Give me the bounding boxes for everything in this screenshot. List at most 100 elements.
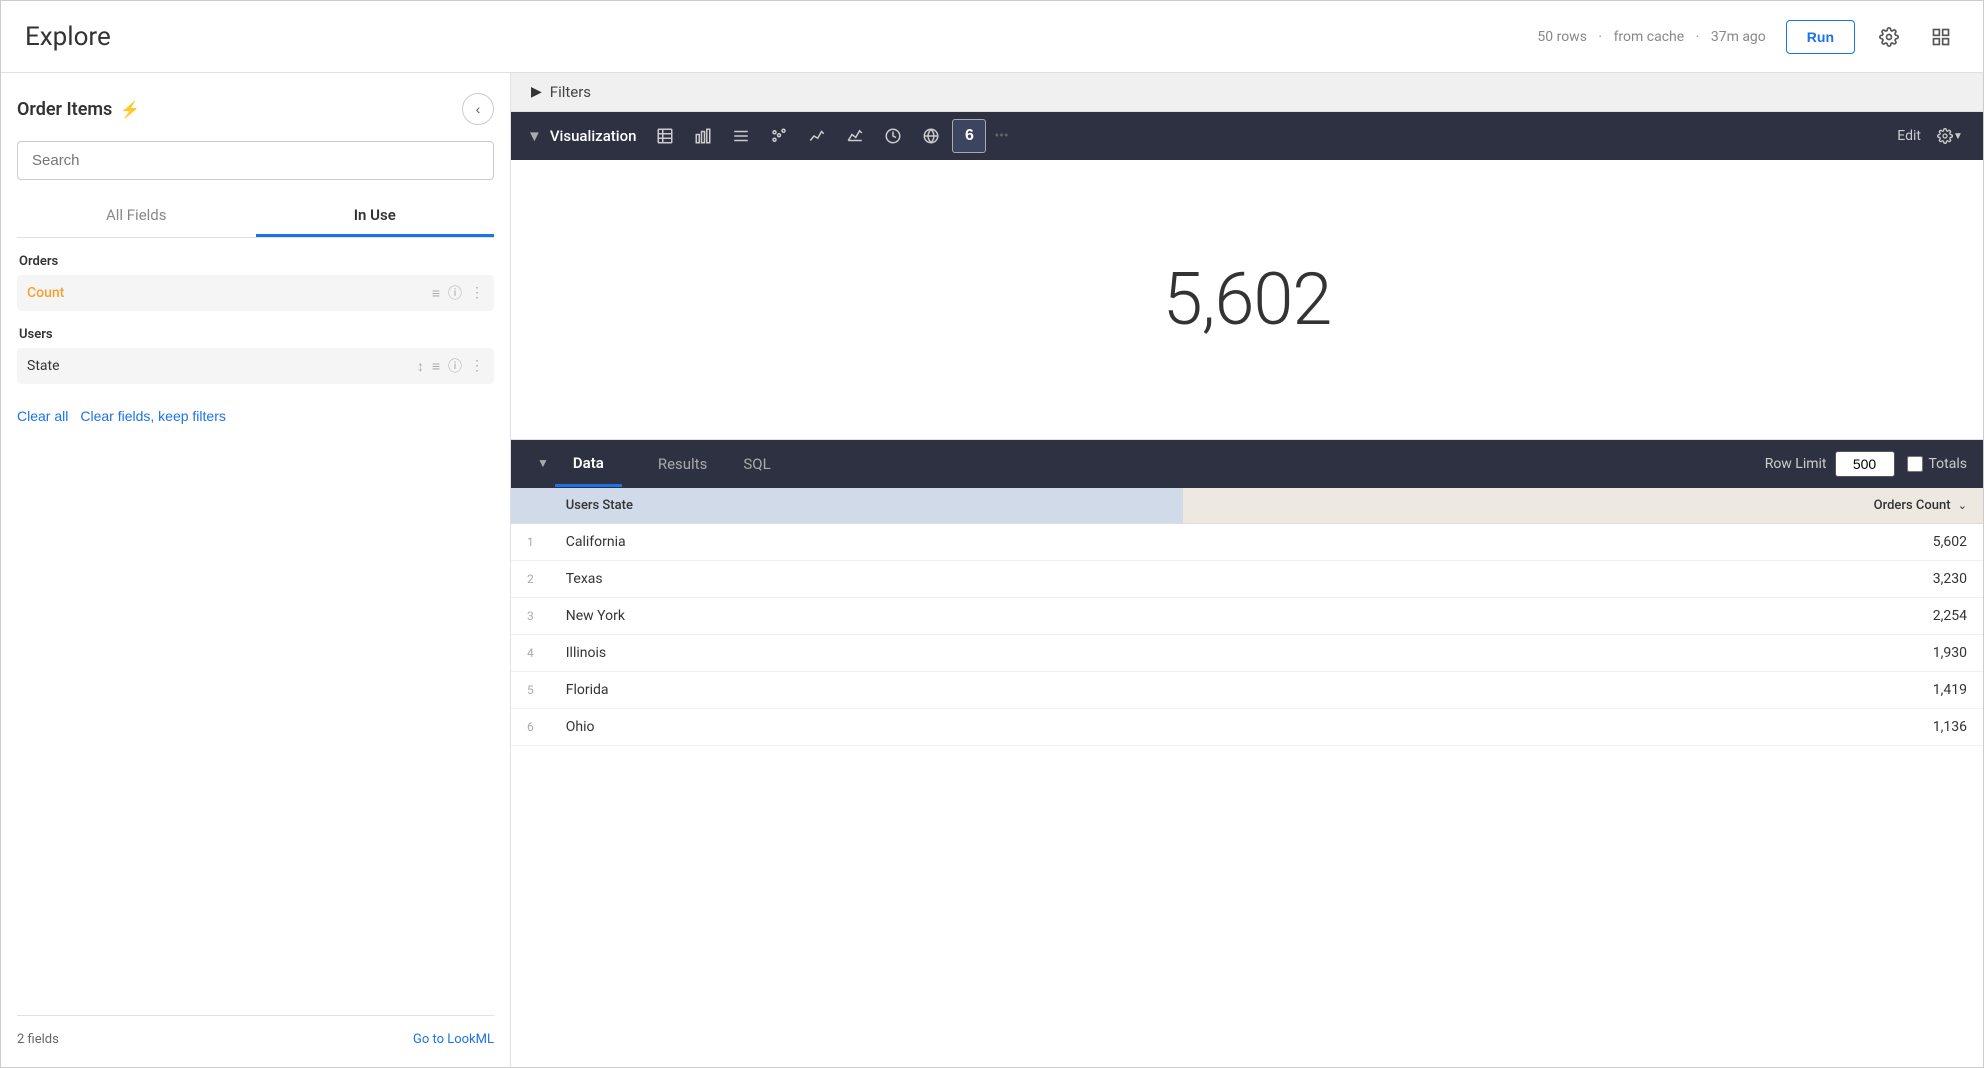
header-right: 50 rows · from cache · 37m ago Run <box>1533 19 1959 55</box>
users-state-header[interactable]: Users State <box>550 488 1183 524</box>
count-cell: 5,602 <box>1183 524 1983 561</box>
more-icon[interactable]: ⋮ <box>470 285 484 301</box>
row-limit-input[interactable] <box>1835 451 1895 477</box>
chevron-left-icon: ‹ <box>476 101 481 117</box>
row-count: 50 rows <box>1537 29 1587 45</box>
table-row: 3 New York 2,254 <box>511 598 1983 635</box>
data-toolbar: ▼ Data Results SQL Row Limit Totals <box>511 440 1983 488</box>
count-field-item[interactable]: Count ≡ ⓘ ⋮ <box>17 275 494 311</box>
sidebar-header: Order Items ⚡ ‹ <box>17 93 494 125</box>
sidebar-title: Order Items ⚡ <box>17 99 140 120</box>
table-row: 1 California 5,602 <box>511 524 1983 561</box>
state-field-name: State <box>27 358 60 374</box>
totals-section: Totals <box>1907 456 1968 472</box>
more-viz-dots: ••• <box>994 128 1008 144</box>
viz-display: 5,602 <box>511 160 1983 440</box>
filters-label: Filters <box>550 83 591 101</box>
orders-count-header[interactable]: Orders Count ⌄ <box>1183 488 1983 524</box>
viz-dropdown-icon: ▼ <box>1953 131 1963 142</box>
bar-chart-viz-button[interactable] <box>686 119 720 153</box>
data-table-wrapper: Users State Orders Count ⌄ 1 California … <box>511 488 1983 1067</box>
state-cell: Texas <box>550 561 1183 598</box>
clear-all-button[interactable]: Clear all <box>17 408 68 424</box>
tab-data[interactable]: Data <box>555 439 622 487</box>
filters-row[interactable]: ▶ Filters <box>511 73 1983 112</box>
field-tabs: All Fields In Use <box>17 196 494 238</box>
state-cell: Illinois <box>550 635 1183 672</box>
count-cell: 1,419 <box>1183 672 1983 709</box>
table-row: 5 Florida 1,419 <box>511 672 1983 709</box>
viz-toolbar-label: ▼ Visualization <box>527 127 636 145</box>
count-cell: 1,136 <box>1183 709 1983 746</box>
row-number: 5 <box>511 672 550 709</box>
run-button[interactable]: Run <box>1786 20 1855 54</box>
viz-gear-icon <box>1937 128 1953 144</box>
filters-chevron-icon: ▶ <box>531 84 542 100</box>
grid-icon <box>1931 27 1951 47</box>
row-limit-label: Row Limit <box>1765 456 1827 472</box>
viz-edit-label[interactable]: Edit <box>1897 128 1921 144</box>
row-number: 6 <box>511 709 550 746</box>
tab-all-fields[interactable]: All Fields <box>17 196 256 237</box>
list-viz-button[interactable] <box>724 119 758 153</box>
area-icon <box>846 127 864 145</box>
state-cell: New York <box>550 598 1183 635</box>
table-viz-button[interactable] <box>648 119 682 153</box>
separator-2: · <box>1696 29 1700 45</box>
tab-sql[interactable]: SQL <box>725 440 788 488</box>
count-cell: 1,930 <box>1183 635 1983 672</box>
count-cell: 3,230 <box>1183 561 1983 598</box>
state-field-item[interactable]: State ↕ ≡ ⓘ ⋮ <box>17 348 494 384</box>
state-cell: Ohio <box>550 709 1183 746</box>
filter-icon-state: ≡ <box>432 358 440 375</box>
table-row: 4 Illinois 1,930 <box>511 635 1983 672</box>
number-viz-button[interactable]: 6 <box>952 119 986 153</box>
line-viz-button[interactable] <box>800 119 834 153</box>
cache-label: from cache <box>1614 29 1685 45</box>
info-icon[interactable]: ⓘ <box>448 283 462 303</box>
viz-settings-button[interactable]: ▼ <box>1933 119 1967 153</box>
row-number: 1 <box>511 524 550 561</box>
search-input[interactable] <box>17 141 494 180</box>
sort-icon: ⌄ <box>1958 499 1967 512</box>
scatter-viz-button[interactable] <box>762 119 796 153</box>
table-row: 2 Texas 3,230 <box>511 561 1983 598</box>
info-icon-state[interactable]: ⓘ <box>448 356 462 376</box>
lightning-icon: ⚡ <box>120 100 140 119</box>
totals-label: Totals <box>1929 456 1968 472</box>
row-number: 2 <box>511 561 550 598</box>
field-count: 2 fields <box>17 1032 59 1047</box>
data-chevron-icon: ▼ <box>537 439 549 487</box>
big-number: 5,602 <box>1163 257 1332 342</box>
map-icon <box>922 127 940 145</box>
map-viz-button[interactable] <box>914 119 948 153</box>
sidebar-footer: 2 fields Go to LookML <box>17 1015 494 1047</box>
area-viz-button[interactable] <box>838 119 872 153</box>
number-viz-label: 6 <box>965 127 974 145</box>
data-table: Users State Orders Count ⌄ 1 California … <box>511 488 1983 746</box>
totals-checkbox[interactable] <box>1907 456 1923 472</box>
clear-links: Clear all Clear fields, keep filters <box>17 408 494 424</box>
viz-chevron-icon: ▼ <box>527 127 542 145</box>
count-field-icons: ≡ ⓘ ⋮ <box>432 283 484 303</box>
settings-icon-button[interactable] <box>1871 19 1907 55</box>
users-group-label: Users <box>17 327 494 342</box>
row-number: 4 <box>511 635 550 672</box>
tab-in-use[interactable]: In Use <box>256 196 495 237</box>
table-row: 6 Ohio 1,136 <box>511 709 1983 746</box>
more-icon-state[interactable]: ⋮ <box>470 358 484 374</box>
go-to-lookml-link[interactable]: Go to LookML <box>413 1032 494 1047</box>
tab-results[interactable]: Results <box>640 440 726 488</box>
header-meta: 50 rows · from cache · 37m ago <box>1533 29 1769 45</box>
table-viz-icon <box>656 127 674 145</box>
state-cell: Florida <box>550 672 1183 709</box>
sidebar-collapse-button[interactable]: ‹ <box>462 93 494 125</box>
grid-icon-button[interactable] <box>1923 19 1959 55</box>
page-title: Explore <box>25 22 111 52</box>
sidebar: Order Items ⚡ ‹ All Fields In Use Ord <box>1 73 511 1067</box>
pivot-icon[interactable]: ↕ <box>417 358 424 375</box>
bar-chart-icon <box>694 127 712 145</box>
main-layout: Order Items ⚡ ‹ All Fields In Use Ord <box>1 73 1983 1067</box>
clear-fields-button[interactable]: Clear fields, keep filters <box>80 408 226 424</box>
clock-viz-button[interactable] <box>876 119 910 153</box>
